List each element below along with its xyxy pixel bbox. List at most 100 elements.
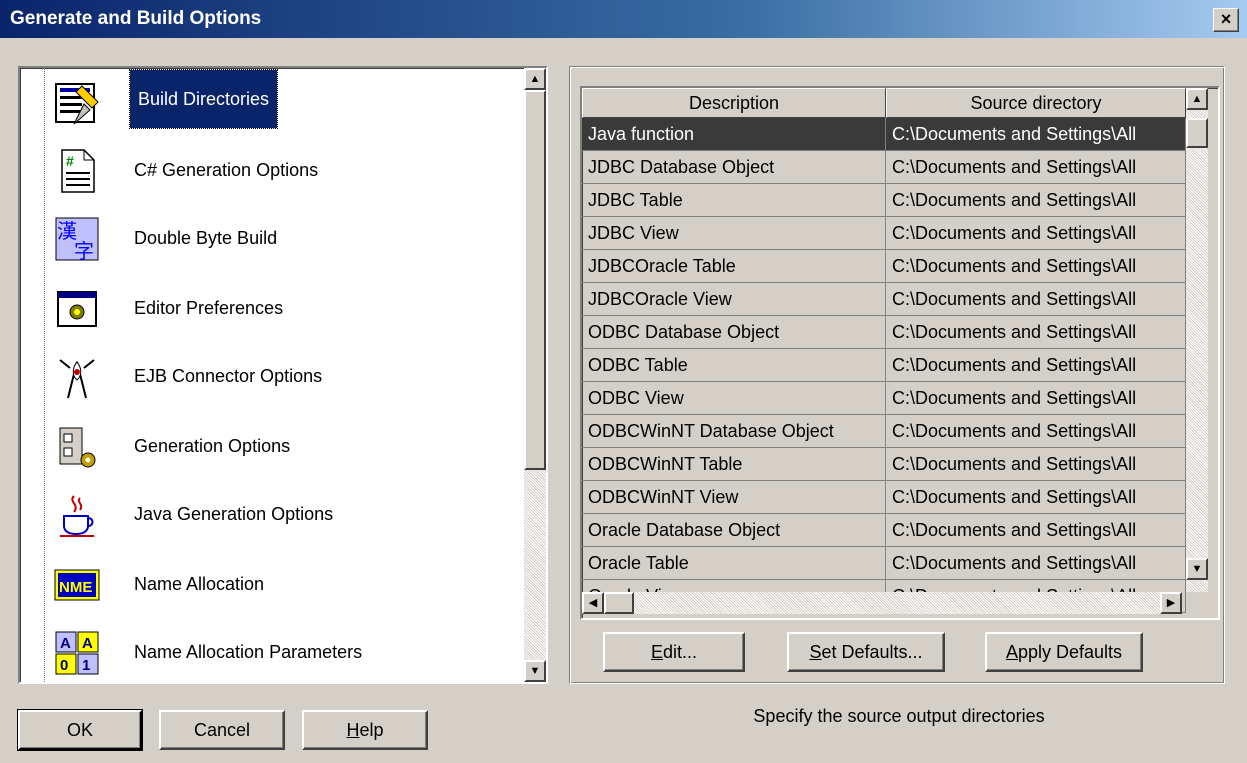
cell-source-directory: C:\Documents and Settings\All xyxy=(886,481,1186,514)
set-defaults-button[interactable]: Set Defaults... xyxy=(787,632,945,672)
cell-source-directory: C:\Documents and Settings\All xyxy=(886,118,1186,151)
table-scroll-left-button[interactable]: ◀ xyxy=(582,592,604,614)
apply-defaults-mnemonic: A xyxy=(1005,642,1018,662)
tree-item-build-directories[interactable]: Build Directories xyxy=(20,68,525,134)
help-mnemonic: H xyxy=(346,720,360,740)
arrow-right-icon: ▶ xyxy=(1166,597,1176,609)
ok-label: OK xyxy=(66,720,93,740)
close-icon: × xyxy=(1220,9,1232,29)
name-allocation-parameters-icon: A A 0 1 xyxy=(55,631,99,675)
table-scroll-right-button[interactable]: ▶ xyxy=(1160,592,1182,614)
cell-description: ODBCWinNT View xyxy=(582,481,886,514)
close-button[interactable]: × xyxy=(1213,8,1239,32)
build-directories-icon xyxy=(55,83,99,125)
cell-source-directory: C:\Documents and Settings\All xyxy=(886,514,1186,547)
cell-source-directory: C:\Documents and Settings\All xyxy=(886,184,1186,217)
tree-item-double-byte-build[interactable]: 漢 字 Double Byte Build xyxy=(20,206,525,272)
arrow-down-icon: ▼ xyxy=(1191,563,1203,575)
cell-description: Oracle Table xyxy=(582,547,886,580)
table-row[interactable]: JDBCOracle Table C:\Documents and Settin… xyxy=(582,250,1186,283)
table-row[interactable]: Oracle Database Object C:\Documents and … xyxy=(582,514,1186,547)
svg-text:0: 0 xyxy=(60,657,68,674)
cell-description: ODBC Table xyxy=(582,349,886,382)
table-row[interactable]: ODBC Table C:\Documents and Settings\All xyxy=(582,349,1186,382)
cell-description: ODBCWinNT Table xyxy=(582,448,886,481)
tree-item-label: EJB Connector Options xyxy=(134,366,323,386)
cell-description: Java function xyxy=(582,118,886,151)
csharp-doc-icon: # xyxy=(61,149,95,193)
title-bar: Generate and Build Options × xyxy=(0,0,1247,38)
tree-item-java-generation[interactable]: Java Generation Options xyxy=(20,482,525,548)
table-horizontal-scrollbar[interactable]: ◀ ▶ xyxy=(582,592,1182,614)
java-cup-icon xyxy=(60,495,94,537)
table-row[interactable]: Oracle Table C:\Documents and Settings\A… xyxy=(582,547,1186,580)
table-row[interactable]: JDBCOracle View C:\Documents and Setting… xyxy=(582,283,1186,316)
tree-item-generation-options[interactable]: Generation Options xyxy=(20,414,525,480)
cell-source-directory: C:\Documents and Settings\All xyxy=(886,316,1186,349)
table-vertical-thumb[interactable] xyxy=(1186,118,1208,148)
window-title: Generate and Build Options xyxy=(10,8,262,29)
tree-item-name-allocation-parameters[interactable]: A A 0 1 Name Allocation Parameters xyxy=(20,620,525,682)
double-byte-icon: 漢 字 xyxy=(55,217,99,262)
table-horizontal-thumb[interactable] xyxy=(604,592,634,614)
arrow-down-icon: ▼ xyxy=(529,665,541,677)
table-row[interactable]: ODBCWinNT Table C:\Documents and Setting… xyxy=(582,448,1186,481)
table-scroll-up-button[interactable]: ▲ xyxy=(1186,88,1208,110)
table-vertical-scrollbar[interactable]: ▲ ▼ xyxy=(1186,88,1208,592)
edit-button[interactable]: Edit... xyxy=(603,632,745,672)
table-row[interactable]: JDBC Database Object C:\Documents and Se… xyxy=(582,151,1186,184)
tree-vertical-scrollbar[interactable]: ▲ ▼ xyxy=(524,68,546,682)
table-row[interactable]: ODBC Database Object C:\Documents and Se… xyxy=(582,316,1186,349)
tree-item-csharp-generation[interactable]: # C# Generation Options xyxy=(20,138,525,204)
tree-item-editor-preferences[interactable]: Editor Preferences xyxy=(20,276,525,342)
cell-description: JDBC Database Object xyxy=(582,151,886,184)
help-label: elp xyxy=(359,720,384,740)
table-row[interactable]: JDBC Table C:\Documents and Settings\All xyxy=(582,184,1186,217)
table-row[interactable]: Java function C:\Documents and Settings\… xyxy=(582,118,1186,151)
apply-defaults-button[interactable]: Apply Defaults xyxy=(985,632,1143,672)
tree-scroll-down-button[interactable]: ▼ xyxy=(524,660,546,682)
table-row[interactable]: ODBC View C:\Documents and Settings\All xyxy=(582,382,1186,415)
tree-item-label: Generation Options xyxy=(134,436,291,456)
edit-label: dit... xyxy=(663,642,698,662)
help-button[interactable]: Help xyxy=(302,710,428,750)
cell-description: JDBC Table xyxy=(582,184,886,217)
tree-item-label: C# Generation Options xyxy=(134,160,319,180)
cancel-label: Cancel xyxy=(193,720,251,740)
ok-button[interactable]: OK xyxy=(17,709,143,751)
cell-source-directory: C:\Documents and Settings\All xyxy=(886,349,1186,382)
generation-options-icon xyxy=(59,427,96,468)
column-header-source-directory[interactable]: Source directory xyxy=(886,88,1186,118)
cancel-button[interactable]: Cancel xyxy=(159,710,285,750)
table-row[interactable]: ODBCWinNT View C:\Documents and Settings… xyxy=(582,481,1186,514)
column-header-description[interactable]: Description xyxy=(582,88,886,118)
cell-source-directory: C:\Documents and Settings\All xyxy=(886,382,1186,415)
tree-item-label: Java Generation Options xyxy=(134,504,334,524)
cell-source-directory: C:\Documents and Settings\All xyxy=(886,151,1186,184)
table-row[interactable]: JDBC View C:\Documents and Settings\All xyxy=(582,217,1186,250)
svg-text:字: 字 xyxy=(74,239,94,262)
apply-defaults-label: pply Defaults xyxy=(1017,642,1123,662)
set-defaults-mnemonic: S xyxy=(809,642,822,662)
cell-source-directory: C:\Documents and Settings\All xyxy=(886,250,1186,283)
cell-description: JDBC View xyxy=(582,217,886,250)
arrow-up-icon: ▲ xyxy=(529,73,541,85)
table-row[interactable]: ODBCWinNT Database Object C:\Documents a… xyxy=(582,415,1186,448)
cell-description: ODBC Database Object xyxy=(582,316,886,349)
name-allocation-icon: NME xyxy=(54,569,100,601)
cell-source-directory: C:\Documents and Settings\All xyxy=(886,283,1186,316)
ejb-connector-icon xyxy=(59,359,95,399)
cell-source-directory: C:\Documents and Settings\All xyxy=(886,547,1186,580)
tree-item-label: Build Directories xyxy=(128,69,279,129)
arrow-left-icon: ◀ xyxy=(588,597,598,609)
cell-description: ODBC View xyxy=(582,382,886,415)
edit-mnemonic: E xyxy=(650,642,663,662)
options-tree[interactable]: Build Directories # C# Generation Option… xyxy=(18,66,548,684)
tree-item-name-allocation[interactable]: NME Name Allocation xyxy=(20,552,525,618)
table-scroll-down-button[interactable]: ▼ xyxy=(1186,558,1208,580)
tree-item-ejb-connector[interactable]: EJB Connector Options xyxy=(20,344,525,410)
tree-scroll-up-button[interactable]: ▲ xyxy=(524,68,546,90)
tree-scroll-thumb[interactable] xyxy=(524,90,546,470)
cell-description: ODBCWinNT Database Object xyxy=(582,415,886,448)
directories-table[interactable]: Description Source directory Java functi… xyxy=(580,86,1220,620)
